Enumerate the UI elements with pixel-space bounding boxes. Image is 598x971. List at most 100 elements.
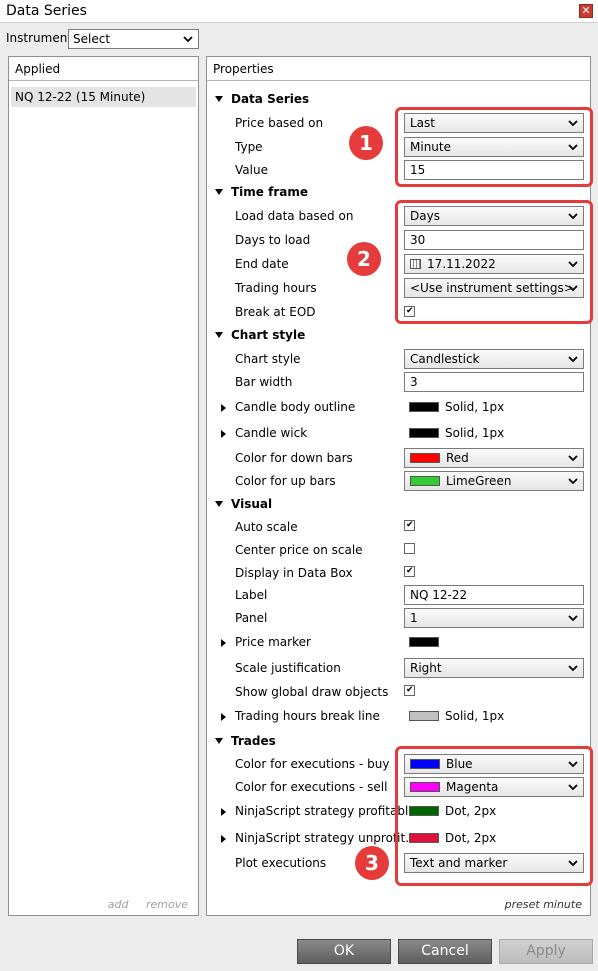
- instrument-select[interactable]: Select: [68, 29, 199, 49]
- label-label: Label: [235, 588, 268, 602]
- scale-justification-value: Right: [410, 661, 442, 675]
- ok-button[interactable]: OK: [297, 939, 391, 964]
- center-price-label: Center price on scale: [235, 543, 363, 557]
- center-price-checkbox[interactable]: ✔: [404, 543, 415, 554]
- stroke-text: Solid, 1px: [445, 709, 505, 723]
- chevron-down-icon: [568, 455, 578, 462]
- candle-body-outline-text: Candle body outline: [235, 400, 356, 414]
- label-input[interactable]: NQ 12-22: [404, 585, 584, 605]
- strategy-unprofitable-label[interactable]: NinjaScript strategy unprofit...: [221, 831, 417, 845]
- annotation-badge-3: 3: [355, 846, 389, 880]
- title-bar: Data Series ✕: [0, 0, 598, 23]
- section-trades[interactable]: Trades: [215, 734, 276, 748]
- applied-panel: Applied NQ 12-22 (15 Minute) add remove: [8, 56, 199, 916]
- chevron-down-icon: [568, 615, 578, 622]
- collapse-triangle-icon: [215, 188, 223, 195]
- display-in-data-box-label: Display in Data Box: [235, 566, 353, 580]
- exec-buy-label: Color for executions - buy: [235, 757, 390, 771]
- remove-link[interactable]: remove: [146, 898, 188, 911]
- section-chart-style[interactable]: Chart style: [215, 328, 305, 342]
- chart-style-label: Chart style: [235, 352, 301, 366]
- candle-wick-label[interactable]: Candle wick: [221, 426, 308, 440]
- applied-actions: add remove: [94, 898, 188, 911]
- expand-triangle-icon: [221, 713, 226, 721]
- color-swatch: [409, 427, 439, 438]
- display-in-data-box-checkbox[interactable]: ✔: [404, 566, 415, 577]
- panel-select[interactable]: 1: [404, 608, 584, 628]
- section-data-series[interactable]: Data Series: [215, 92, 309, 106]
- color-up-bars-label: Color for up bars: [235, 474, 336, 488]
- value-label: Value: [235, 163, 268, 177]
- section-title: Time frame: [231, 185, 308, 199]
- collapse-triangle-icon: [215, 331, 223, 338]
- bar-width-input[interactable]: 3: [404, 372, 584, 392]
- panel-value: 1: [410, 611, 418, 625]
- collapse-triangle-icon: [215, 500, 223, 507]
- price-marker-label[interactable]: Price marker: [221, 635, 311, 649]
- close-button[interactable]: ✕: [579, 4, 593, 18]
- checkmark-icon: ✔: [406, 566, 414, 576]
- chart-style-value: Candlestick: [410, 352, 480, 366]
- color-swatch: [410, 452, 440, 463]
- color-down-bars-select[interactable]: Red: [404, 448, 584, 468]
- section-title: Data Series: [231, 92, 310, 106]
- color-down-bars-value: Red: [446, 451, 469, 465]
- scale-justification-label: Scale justification: [235, 661, 341, 675]
- expand-triangle-icon: [221, 404, 226, 412]
- section-time-frame[interactable]: Time frame: [215, 185, 308, 199]
- color-up-bars-select[interactable]: LimeGreen: [404, 471, 584, 491]
- trading-hours-break-line-value[interactable]: Solid, 1px: [409, 706, 504, 726]
- apply-button[interactable]: Apply: [499, 939, 593, 964]
- color-up-bars-value: LimeGreen: [446, 474, 512, 488]
- checkmark-icon: ✔: [406, 685, 414, 695]
- load-data-based-on-label: Load data based on: [235, 209, 354, 223]
- chevron-down-icon: [568, 356, 578, 363]
- expand-triangle-icon: [221, 430, 226, 438]
- scale-justification-select[interactable]: Right: [404, 658, 584, 678]
- expand-triangle-icon: [221, 639, 226, 647]
- chart-style-select[interactable]: Candlestick: [404, 349, 584, 369]
- color-down-bars-label: Color for down bars: [235, 451, 353, 465]
- price-marker-text: Price marker: [235, 635, 311, 649]
- expand-triangle-icon: [221, 835, 226, 843]
- stroke-text: Solid, 1px: [445, 400, 505, 414]
- auto-scale-checkbox[interactable]: ✔: [404, 520, 415, 531]
- auto-scale-label: Auto scale: [235, 520, 298, 534]
- trading-hours-break-line-text: Trading hours break line: [235, 709, 380, 723]
- show-global-draw-checkbox[interactable]: ✔: [404, 685, 415, 696]
- candle-body-outline-label[interactable]: Candle body outline: [221, 400, 356, 414]
- strategy-unprofitable-text: NinjaScript strategy unprofit...: [235, 831, 417, 845]
- color-swatch: [410, 475, 440, 486]
- annotation-badge-1: 1: [349, 126, 383, 160]
- highlight-box-3: [395, 746, 593, 886]
- type-label: Type: [235, 140, 263, 154]
- price-marker-value[interactable]: [409, 632, 445, 652]
- chevron-down-icon: [568, 478, 578, 485]
- candle-body-outline-value[interactable]: Solid, 1px: [409, 397, 504, 417]
- strategy-profitable-text: NinjaScript strategy profitabl...: [235, 804, 420, 818]
- highlight-box-2: [395, 200, 593, 324]
- annotation-badge-2: 2: [347, 242, 381, 276]
- cancel-button[interactable]: Cancel: [398, 939, 492, 964]
- properties-header: Properties: [207, 57, 590, 81]
- price-based-on-label: Price based on: [235, 116, 324, 130]
- plot-executions-label: Plot executions: [235, 856, 327, 870]
- checkmark-icon: ✔: [406, 520, 414, 530]
- break-at-eod-label: Break at EOD: [235, 305, 316, 319]
- preset-link[interactable]: preset minute: [505, 898, 582, 911]
- section-title: Chart style: [231, 328, 306, 342]
- candle-wick-value[interactable]: Solid, 1px: [409, 423, 504, 443]
- add-link[interactable]: add: [108, 898, 129, 911]
- section-visual[interactable]: Visual: [215, 497, 272, 511]
- collapse-triangle-icon: [215, 737, 223, 744]
- trading-hours-break-line-label[interactable]: Trading hours break line: [221, 709, 380, 723]
- end-date-label: End date: [235, 257, 289, 271]
- candle-wick-text: Candle wick: [235, 426, 308, 440]
- chevron-down-icon: [568, 665, 578, 672]
- chevron-down-icon: [183, 36, 193, 43]
- strategy-profitable-label[interactable]: NinjaScript strategy profitabl...: [221, 804, 420, 818]
- panel-label: Panel: [235, 611, 268, 625]
- color-swatch: [409, 636, 439, 647]
- applied-list-item[interactable]: NQ 12-22 (15 Minute): [11, 87, 196, 107]
- color-swatch: [409, 401, 439, 412]
